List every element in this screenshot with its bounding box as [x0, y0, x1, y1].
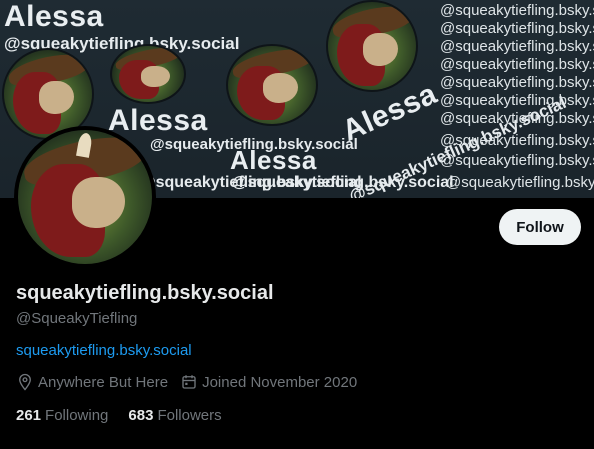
banner-art-4 [326, 0, 418, 92]
following-link[interactable]: 261 Following [16, 407, 108, 424]
avatar[interactable] [14, 126, 156, 268]
followers-link[interactable]: 683 Followers [128, 407, 221, 424]
banner-handle-text: @squeakytiefling.bsky.social [440, 92, 594, 109]
banner-handle-text: @squeakytiefling.bsky.social [440, 110, 594, 127]
location-pin-icon [19, 373, 31, 391]
followers-count: 683 [128, 407, 154, 424]
banner-handle-text: @squeakytiefling.bsky.social [440, 38, 594, 55]
website-link[interactable]: squeakytiefling.bsky.social [16, 342, 192, 359]
banner-handle-text: @squeakytiefling.bsky.social [150, 136, 358, 153]
display-name: squeakytiefling.bsky.social [16, 282, 274, 304]
profile-meta: Anywhere But Here Joined November 2020 [16, 373, 369, 391]
banner-handle-text: @squeakytiefling.bsky.social [440, 132, 594, 149]
avatar-image [18, 130, 152, 264]
banner-handle-text: @squeakytiefling.bsky.social [140, 174, 362, 191]
joined-item: Joined November 2020 [180, 373, 357, 391]
followers-label: Followers [157, 407, 222, 424]
following-count: 261 [16, 407, 42, 424]
banner-handle-text: @squeakytiefling.bsky.social [440, 2, 594, 19]
banner-handle-text: @squeakytiefling.bsky.social [440, 56, 594, 73]
banner-handle-text: @squeakytiefling.bsky.social [440, 20, 594, 37]
location-text: Anywhere But Here [38, 373, 169, 391]
follow-stats: 261 Following 683 Followers [16, 407, 242, 424]
joined-text: Joined November 2020 [202, 373, 358, 391]
location-item: Anywhere But Here [16, 373, 168, 391]
banner-handle-text: @squeakytiefling.bsky.social [440, 152, 594, 169]
follow-button[interactable]: Follow [499, 209, 581, 245]
banner-handle-text: @squeakytiefling.bsky.social [446, 174, 594, 191]
following-label: Following [45, 407, 109, 424]
banner-name-text: Alessa [4, 0, 104, 33]
banner-name-text: Alessa [108, 104, 208, 137]
banner-art-2 [110, 44, 186, 104]
banner-art-3 [226, 44, 318, 126]
user-handle: @SqueakyTiefling [16, 310, 138, 327]
banner-handle-text: @squeakytiefling.bsky.social [440, 74, 594, 91]
calendar-icon [182, 375, 196, 389]
